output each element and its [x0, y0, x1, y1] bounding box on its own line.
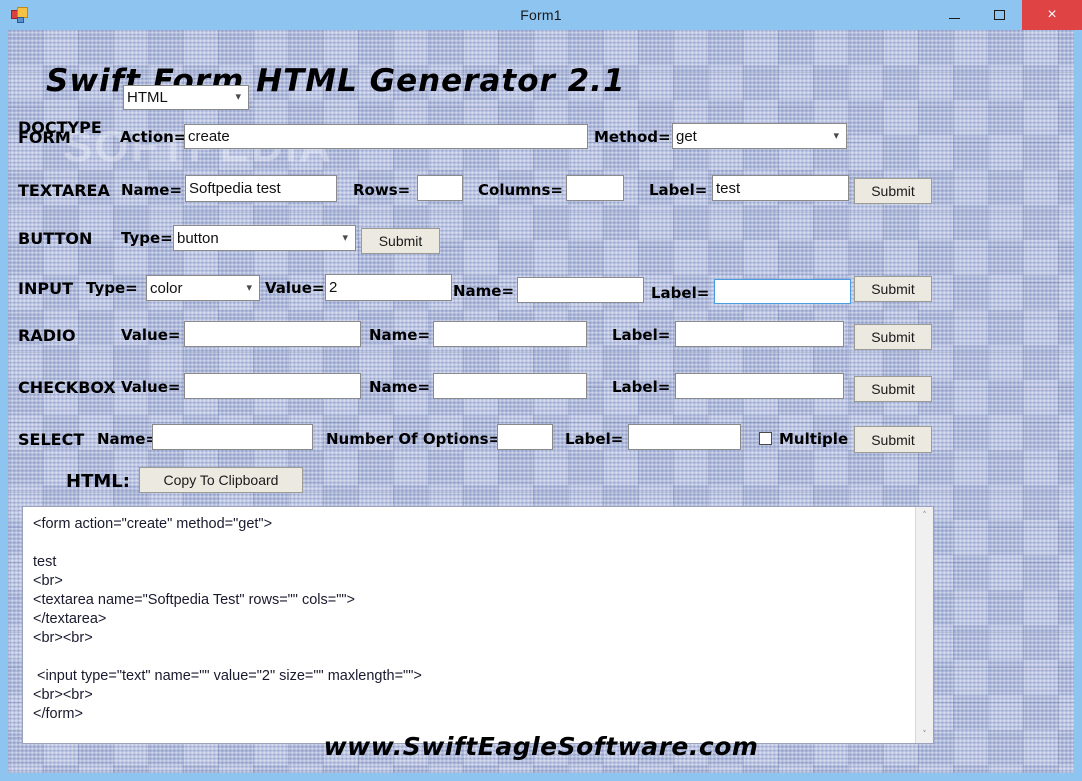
input-name-label: Name=: [453, 282, 515, 300]
scroll-up-icon[interactable]: ˄: [916, 507, 933, 524]
radio-submit-button[interactable]: Submit: [854, 324, 932, 350]
select-label-input[interactable]: [628, 424, 741, 450]
button-type-select[interactable]: button ▾: [173, 225, 356, 251]
form-section-label: FORM: [18, 128, 71, 147]
checkbox-section-label: CHECKBOX: [18, 378, 116, 397]
checkbox-value-label: Value=: [121, 378, 181, 396]
radio-label-label: Label=: [612, 326, 671, 344]
textarea-name-label: Name=: [121, 181, 183, 199]
input-label-input[interactable]: [714, 279, 851, 304]
website-footer: www.SwiftEagleSoftware.com: [323, 732, 759, 761]
textarea-columns-label: Columns=: [478, 181, 563, 199]
input-section-label: INPUT: [18, 279, 73, 298]
textarea-label-value: test: [716, 179, 741, 197]
copy-to-clipboard-button[interactable]: Copy To Clipboard: [139, 467, 303, 493]
radio-label-input[interactable]: [675, 321, 844, 347]
form-method-select[interactable]: get ▾: [672, 123, 847, 149]
button-submit-button[interactable]: Submit: [361, 228, 440, 254]
window-title: Form1: [520, 7, 562, 23]
form-action-label: Action=: [120, 128, 187, 146]
input-value-input[interactable]: 2: [325, 274, 452, 301]
checkbox-value-input[interactable]: [184, 373, 361, 399]
textarea-section-label: TEXTAREA: [18, 181, 110, 200]
checkbox-name-input[interactable]: [433, 373, 587, 399]
window-controls: ×: [932, 0, 1082, 30]
doctype-select-value: HTML: [127, 89, 168, 106]
textarea-label-input[interactable]: test: [712, 175, 849, 201]
chevron-down-icon: ▾: [235, 91, 241, 103]
doctype-select[interactable]: HTML ▾: [123, 85, 249, 110]
textarea-name-input[interactable]: Softpedia test: [185, 175, 337, 202]
select-name-input[interactable]: [152, 424, 313, 450]
radio-section-label: RADIO: [18, 326, 76, 345]
chevron-down-icon: ▾: [342, 231, 348, 244]
checkbox-submit-button[interactable]: Submit: [854, 376, 932, 402]
html-output-textarea[interactable]: <form action="create" method="get"> test…: [22, 506, 934, 744]
form-client-area: SOFTPEDIA Swift Form HTML Generator 2.1 …: [8, 30, 1074, 773]
button-section-label: BUTTON: [18, 229, 93, 248]
checkbox-label-label: Label=: [612, 378, 671, 396]
input-label-label: Label=: [651, 284, 710, 302]
button-type-label: Type=: [121, 229, 173, 247]
output-scrollbar[interactable]: ˄ ˅: [915, 507, 933, 743]
input-submit-button[interactable]: Submit: [854, 276, 932, 302]
application-window: Form1 × SOFTPEDIA Swift Form HTML Genera…: [0, 0, 1082, 781]
form-method-label: Method=: [594, 128, 671, 146]
select-multiple-label: Multiple: [779, 430, 849, 448]
textarea-submit-button[interactable]: Submit: [854, 178, 932, 204]
html-output-text: <form action="create" method="get"> test…: [33, 516, 422, 722]
form-action-input[interactable]: create: [184, 124, 588, 149]
button-type-value: button: [177, 229, 219, 247]
checkbox-name-label: Name=: [369, 378, 431, 396]
radio-name-input[interactable]: [433, 321, 587, 347]
input-value-value: 2: [329, 279, 338, 296]
textarea-rows-input[interactable]: [417, 175, 463, 201]
input-name-input[interactable]: [517, 277, 644, 303]
radio-name-label: Name=: [369, 326, 431, 344]
select-options-label: Number Of Options=: [326, 430, 502, 448]
close-button[interactable]: ×: [1022, 0, 1082, 30]
textarea-label-label: Label=: [649, 181, 708, 199]
select-multiple-checkbox[interactable]: [759, 432, 772, 445]
select-label-label: Label=: [565, 430, 624, 448]
select-options-input[interactable]: [497, 424, 553, 450]
input-value-label: Value=: [265, 279, 325, 297]
select-submit-button[interactable]: Submit: [854, 426, 932, 453]
chevron-down-icon: ▾: [246, 281, 252, 294]
input-type-value: color: [150, 279, 183, 297]
input-type-label: Type=: [86, 279, 138, 297]
select-section-label: SELECT: [18, 430, 85, 449]
textarea-name-value: Softpedia test: [189, 180, 281, 197]
form-action-value: create: [188, 128, 230, 145]
radio-value-label: Value=: [121, 326, 181, 344]
form-method-value: get: [676, 127, 697, 145]
checkbox-label-input[interactable]: [675, 373, 844, 399]
textarea-columns-input[interactable]: [566, 175, 624, 201]
maximize-button[interactable]: [977, 0, 1022, 30]
input-type-select[interactable]: color ▾: [146, 275, 260, 301]
minimize-icon: [949, 17, 960, 19]
select-name-label: Name=: [97, 430, 159, 448]
minimize-button[interactable]: [932, 0, 977, 30]
maximize-icon: [994, 10, 1005, 20]
window-titlebar: Form1 ×: [0, 0, 1082, 30]
html-section-label: HTML:: [66, 471, 130, 492]
radio-value-input[interactable]: [184, 321, 361, 347]
chevron-down-icon: ▾: [833, 129, 839, 142]
textarea-rows-label: Rows=: [353, 181, 411, 199]
